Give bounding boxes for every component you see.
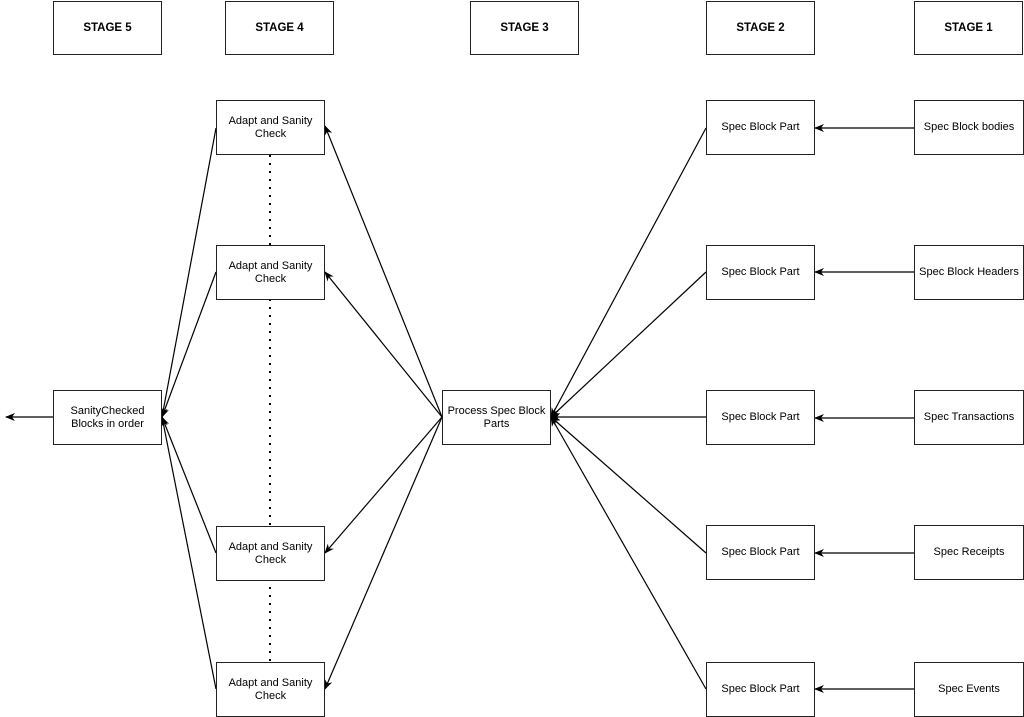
stage-5-header: STAGE 5: [53, 1, 162, 55]
edge-s2-s3-1: [550, 127, 707, 418]
spec-block-part-node: Spec Block Part: [706, 662, 815, 717]
edge-s4-s5-1: [159, 127, 217, 418]
adapt-sanity-check-node: Adapt and Sanity Check: [216, 662, 325, 717]
adapt-sanity-check-node: Adapt and Sanity Check: [216, 526, 325, 581]
spec-block-part-node: Spec Block Part: [706, 525, 815, 580]
edge-s2-s3-5: [550, 416, 707, 690]
spec-block-part-node: Spec Block Part: [706, 245, 815, 300]
edge-s3-s4-4: [324, 416, 443, 690]
adapt-sanity-check-node: Adapt and Sanity Check: [216, 100, 325, 155]
spec-events-node: Spec Events: [914, 662, 1024, 717]
stage-3-header: STAGE 3: [470, 1, 579, 55]
spec-block-part-node: Spec Block Part: [706, 100, 815, 155]
spec-receipts-node: Spec Receipts: [914, 525, 1024, 580]
connections: [5, 124, 914, 693]
spec-block-headers-node: Spec Block Headers: [914, 245, 1024, 300]
adapt-sanity-check-node: Adapt and Sanity Check: [216, 245, 325, 300]
edge-s4-s5-2: [161, 271, 217, 418]
edge-s2-s3-2: [550, 271, 707, 418]
process-spec-block-parts-node: Process Spec Block Parts: [442, 390, 551, 445]
edge-s3-s4-2: [324, 271, 443, 418]
stage-4-header: STAGE 4: [225, 1, 334, 55]
spec-block-bodies-node: Spec Block bodies: [914, 100, 1024, 155]
edge-s4-s5-4: [159, 416, 217, 690]
edge-s2-s3-4: [550, 416, 707, 554]
edge-s4-s5-3: [161, 416, 217, 554]
sanity-checked-blocks-node: SanityChecked Blocks in order: [53, 390, 162, 445]
edge-s3-s4-1: [324, 125, 443, 418]
spec-block-part-node: Spec Block Part: [706, 390, 815, 445]
stage-1-header: STAGE 1: [914, 1, 1023, 55]
spec-transactions-node: Spec Transactions: [914, 390, 1024, 445]
edge-s3-s4-3: [324, 416, 443, 554]
stage-2-header: STAGE 2: [706, 1, 815, 55]
